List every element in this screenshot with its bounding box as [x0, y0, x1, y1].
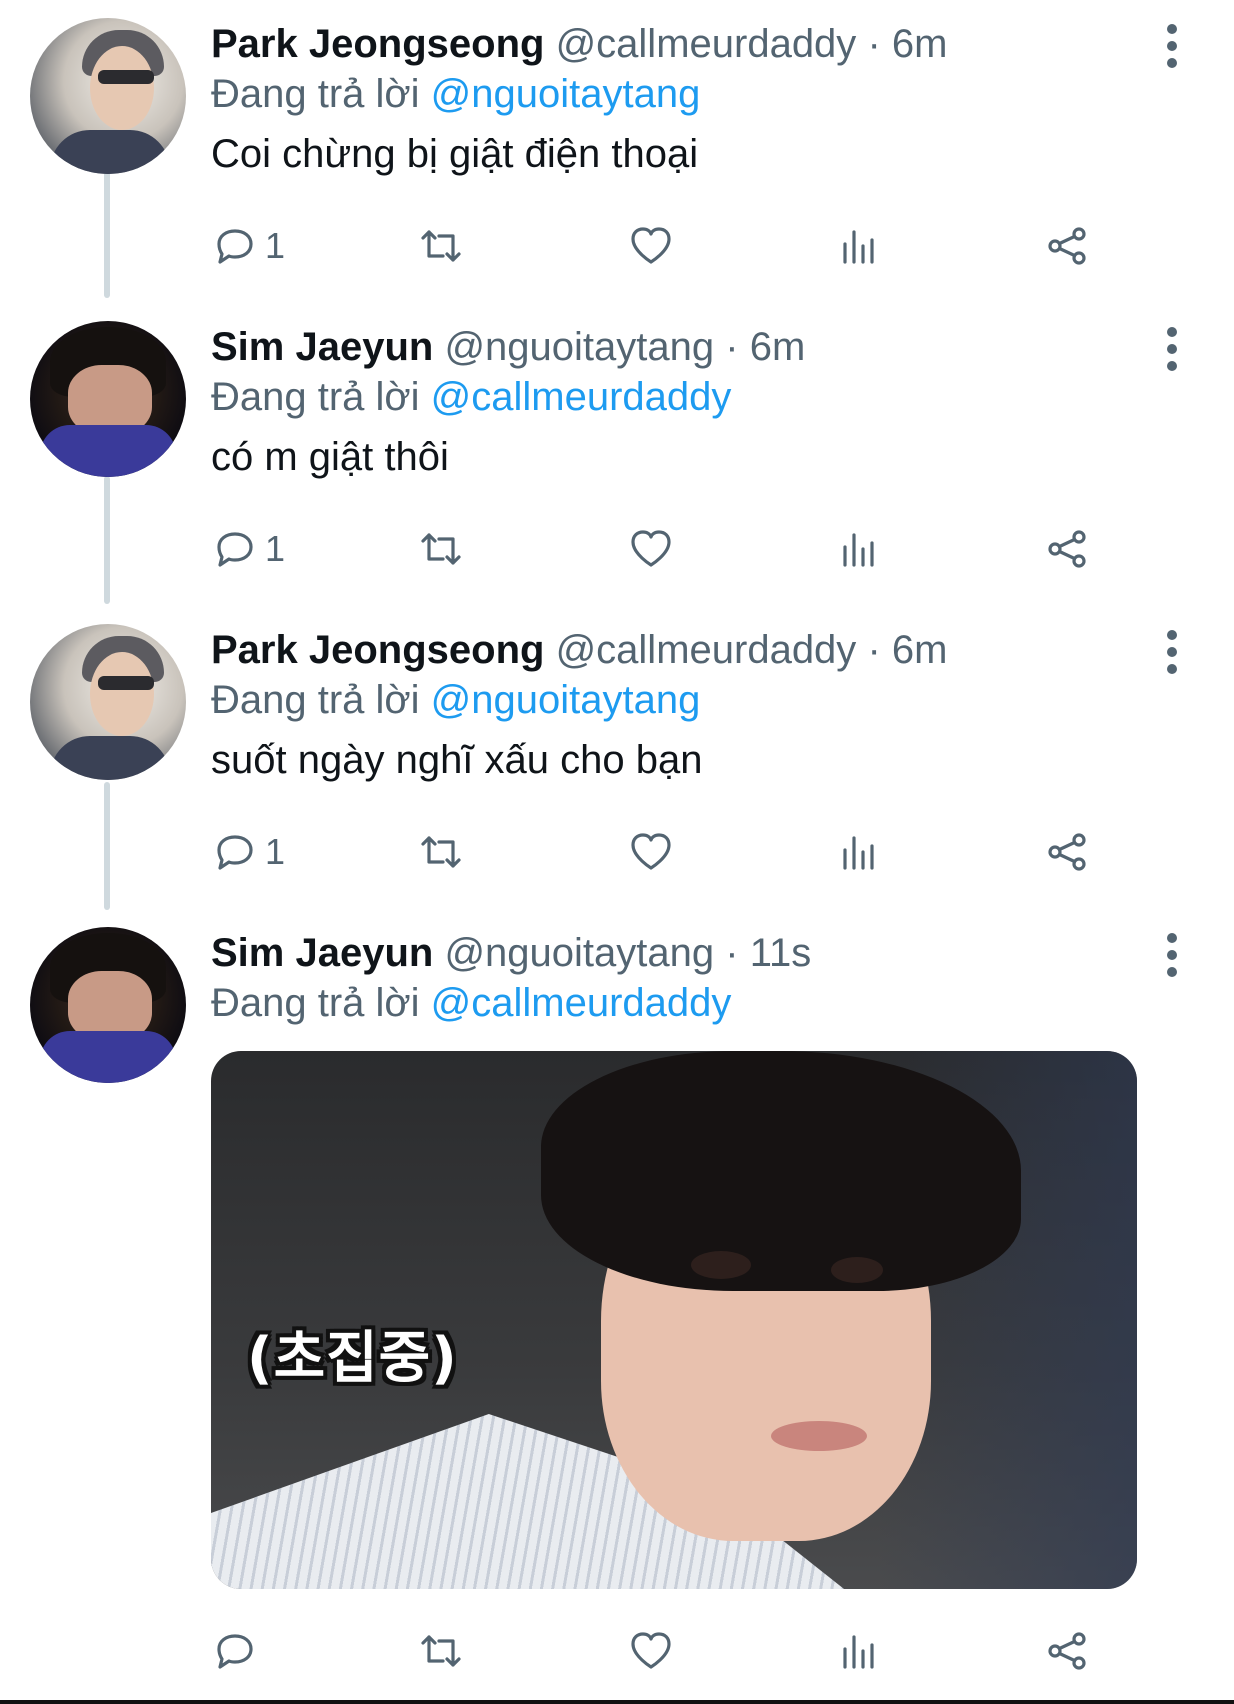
more-vertical-icon[interactable]: [1160, 24, 1184, 68]
reply-icon: [217, 229, 253, 264]
share-icon: [1048, 833, 1086, 871]
share-button[interactable]: [1043, 822, 1091, 882]
retweet-button[interactable]: [417, 822, 465, 882]
retweet-icon: [421, 230, 461, 262]
avatar[interactable]: [30, 321, 186, 477]
author-name[interactable]: Sim Jaeyun: [211, 931, 433, 975]
separator-dot: ·: [867, 628, 881, 672]
divider: [0, 1700, 1234, 1704]
share-icon: [1048, 227, 1086, 265]
like-button[interactable]: [627, 216, 675, 276]
timestamp[interactable]: 11s: [750, 931, 812, 975]
timestamp[interactable]: 6m: [892, 628, 948, 672]
reply-icon: [217, 835, 253, 870]
more-vertical-icon[interactable]: [1160, 933, 1184, 977]
retweet-icon: [421, 836, 461, 868]
retweet-button[interactable]: [417, 519, 465, 579]
share-icon: [1048, 1632, 1086, 1670]
retweet-icon: [421, 533, 461, 565]
reply-button[interactable]: [211, 1621, 259, 1681]
author-name[interactable]: Sim Jaeyun: [211, 325, 433, 369]
replying-to: Đang trả lời @callmeurdaddy: [211, 979, 731, 1027]
tweet-actions: 1: [211, 822, 1171, 882]
tweet-media-image[interactable]: (초집중): [211, 1051, 1137, 1589]
retweet-button[interactable]: [417, 216, 465, 276]
avatar[interactable]: [30, 624, 186, 780]
mention-link[interactable]: @nguoitaytang: [431, 72, 701, 116]
retweet-icon: [421, 1635, 461, 1667]
tweet-text: có m giật thôi: [211, 435, 449, 479]
reply-button[interactable]: 1: [211, 519, 285, 579]
reply-count: 1: [265, 528, 286, 569]
replying-to-label: Đang trả lời: [211, 981, 420, 1025]
share-button[interactable]: [1043, 1621, 1091, 1681]
reply-button[interactable]: 1: [211, 216, 285, 276]
replying-to-label: Đang trả lời: [211, 375, 420, 419]
mention-link[interactable]: @callmeurdaddy: [431, 981, 732, 1025]
media-caption: (초집중): [247, 1326, 458, 1391]
reply-icon: [217, 532, 253, 567]
tweet[interactable]: Sim Jaeyun @nguoitaytang · 11s Đang trả …: [0, 927, 1234, 1697]
replying-to: Đang trả lời @nguoitaytang: [211, 676, 700, 724]
separator-dot: ·: [867, 22, 881, 66]
tweet[interactable]: Park Jeongseong @callmeurdaddy · 6m Đang…: [0, 18, 1234, 308]
timestamp[interactable]: 6m: [892, 22, 948, 66]
avatar[interactable]: [30, 18, 186, 174]
reply-count: 1: [265, 225, 286, 266]
tweet-actions: 1: [211, 519, 1171, 579]
heart-icon: [631, 1632, 671, 1669]
tweet-header: Park Jeongseong @callmeurdaddy · 6m: [211, 626, 947, 674]
tweet-header: Park Jeongseong @callmeurdaddy · 6m: [211, 20, 947, 68]
tweet-actions: [211, 1621, 1171, 1681]
tweet[interactable]: Sim Jaeyun @nguoitaytang · 6m Đang trả l…: [0, 321, 1234, 611]
like-button[interactable]: [627, 1621, 675, 1681]
analytics-icon: [843, 230, 874, 264]
author-handle[interactable]: @callmeurdaddy: [556, 628, 857, 672]
share-button[interactable]: [1043, 519, 1091, 579]
author-name[interactable]: Park Jeongseong: [211, 628, 544, 672]
replying-to: Đang trả lời @nguoitaytang: [211, 70, 700, 118]
views-button[interactable]: [835, 822, 883, 882]
views-button[interactable]: [835, 1621, 883, 1681]
heart-icon: [631, 833, 671, 870]
like-button[interactable]: [627, 519, 675, 579]
replying-to-label: Đang trả lời: [211, 678, 420, 722]
analytics-icon: [843, 1635, 874, 1669]
analytics-icon: [843, 533, 874, 567]
share-button[interactable]: [1043, 216, 1091, 276]
tweet[interactable]: Park Jeongseong @callmeurdaddy · 6m Đang…: [0, 624, 1234, 914]
reply-icon: [217, 1634, 253, 1669]
timestamp[interactable]: 6m: [750, 325, 806, 369]
mention-link[interactable]: @nguoitaytang: [431, 678, 701, 722]
replying-to-label: Đang trả lời: [211, 72, 420, 116]
tweet-header: Sim Jaeyun @nguoitaytang · 6m: [211, 323, 805, 371]
replying-to: Đang trả lời @callmeurdaddy: [211, 373, 731, 421]
author-handle[interactable]: @nguoitaytang: [444, 325, 714, 369]
heart-icon: [631, 530, 671, 567]
tweet-text: suốt ngày nghĩ xấu cho bạn: [211, 738, 703, 782]
heart-icon: [631, 227, 671, 264]
separator-dot: ·: [725, 931, 739, 975]
analytics-icon: [843, 836, 874, 870]
author-name[interactable]: Park Jeongseong: [211, 22, 544, 66]
tweet-actions: 1: [211, 216, 1171, 276]
tweet-header: Sim Jaeyun @nguoitaytang · 11s: [211, 929, 811, 977]
reply-button[interactable]: 1: [211, 822, 285, 882]
separator-dot: ·: [725, 325, 739, 369]
author-handle[interactable]: @callmeurdaddy: [556, 22, 857, 66]
more-vertical-icon[interactable]: [1160, 630, 1184, 674]
views-button[interactable]: [835, 216, 883, 276]
more-vertical-icon[interactable]: [1160, 327, 1184, 371]
reply-count: 1: [265, 831, 286, 872]
retweet-button[interactable]: [417, 1621, 465, 1681]
tweet-text: Coi chừng bị giật điện thoại: [211, 132, 699, 176]
share-icon: [1048, 530, 1086, 568]
views-button[interactable]: [835, 519, 883, 579]
mention-link[interactable]: @callmeurdaddy: [431, 375, 732, 419]
author-handle[interactable]: @nguoitaytang: [444, 931, 714, 975]
like-button[interactable]: [627, 822, 675, 882]
avatar[interactable]: [30, 927, 186, 1083]
